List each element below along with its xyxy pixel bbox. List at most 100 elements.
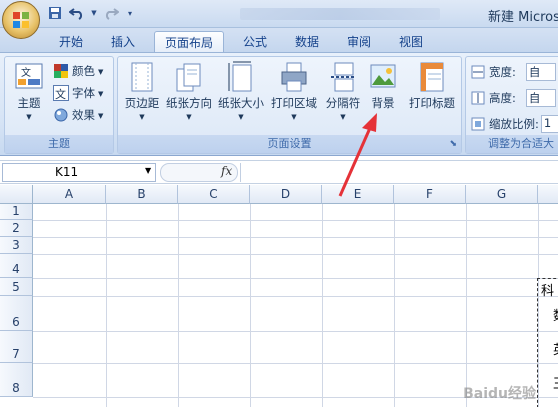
chevron-down-icon: ▼ — [98, 68, 104, 76]
cell-h8[interactable]: 王 — [553, 373, 558, 392]
svg-text:文: 文 — [55, 87, 66, 101]
scale-input[interactable]: 1 — [540, 115, 558, 133]
scale-row: 缩放比例: 1 — [470, 115, 558, 133]
colors-button[interactable]: 颜色 ▼ — [53, 63, 103, 79]
tab-view[interactable]: 视图 — [388, 31, 434, 52]
gridline — [33, 296, 558, 297]
background-image-icon — [370, 64, 396, 88]
theme-group: 文 主题 ▼ 颜色 ▼ 文 字体 ▼ 效果 ▼ 主题 — [4, 56, 114, 154]
margins-icon — [131, 62, 153, 92]
effects-icon — [54, 108, 68, 122]
tab-page-layout[interactable]: 页面布局 — [154, 31, 224, 52]
row-header-3[interactable]: 3 — [0, 237, 33, 254]
width-select[interactable]: 自 — [525, 63, 556, 81]
row-header-7[interactable]: 7 — [0, 331, 33, 363]
width-row: 宽度: 自 — [470, 63, 556, 81]
office-button[interactable] — [2, 1, 40, 39]
formula-buttons: fx — [160, 163, 238, 182]
window-title: 新建 Microso — [488, 10, 558, 25]
column-header-e[interactable]: E — [322, 185, 394, 204]
cell-h6[interactable]: 数 — [553, 305, 558, 324]
effects-button[interactable]: 效果 ▼ — [53, 107, 103, 123]
fonts-button[interactable]: 文 字体 ▼ — [53, 85, 103, 101]
chevron-down-icon: ▼ — [26, 113, 32, 121]
title-bar: ▼ ▾ 新建 Microso — [0, 0, 558, 28]
cell-h5[interactable]: 科 — [541, 280, 554, 299]
themes-button[interactable]: 文 主题 ▼ — [9, 61, 49, 121]
undo-icon[interactable] — [68, 4, 86, 22]
redo-icon[interactable] — [102, 4, 120, 22]
chevron-down-icon: ▼ — [98, 112, 104, 120]
gridline — [33, 278, 558, 279]
gridline — [250, 204, 251, 407]
tab-home[interactable]: 开始 — [48, 31, 94, 52]
tab-data[interactable]: 数据 — [284, 31, 330, 52]
row-header-2[interactable]: 2 — [0, 220, 33, 237]
gridline — [394, 204, 395, 407]
customize-icon[interactable]: ▾ — [124, 4, 136, 22]
formula-bar: K11 ▼ fx — [0, 160, 558, 184]
save-icon[interactable] — [46, 4, 64, 22]
tab-review[interactable]: 审阅 — [336, 31, 382, 52]
column-header-g[interactable]: G — [466, 185, 538, 204]
watermark: Baidu经验 — [463, 386, 536, 402]
colors-icon — [54, 64, 68, 78]
size-button[interactable]: 纸张大小 ▼ — [216, 61, 266, 121]
scale-to-fit-group: 宽度: 自 高度: 自 缩放比例: 1 调整为合适大 — [465, 56, 558, 154]
page-setup-group-label: 页面设置 ⬊ — [118, 135, 461, 153]
tab-insert[interactable]: 插入 — [100, 31, 146, 52]
gridline — [322, 204, 323, 407]
scale-group-label: 调整为合适大 — [466, 135, 558, 153]
background-button[interactable]: 背景 — [365, 61, 401, 111]
height-select[interactable]: 自 — [525, 89, 556, 107]
chevron-down-icon: ▼ — [291, 113, 297, 121]
formula-input[interactable] — [240, 163, 558, 182]
column-header-h[interactable] — [538, 185, 558, 204]
tab-formulas[interactable]: 公式 — [232, 31, 278, 52]
print-titles-button[interactable]: 打印标题 — [404, 61, 460, 111]
cell-h7[interactable]: 英 — [553, 339, 558, 358]
column-header-d[interactable]: D — [250, 185, 322, 204]
gridline — [33, 331, 558, 332]
paper-size-icon — [228, 61, 252, 92]
select-all-corner[interactable] — [0, 185, 33, 204]
chevron-down-icon: ▼ — [340, 113, 346, 121]
column-header-c[interactable]: C — [178, 185, 250, 204]
column-header-f[interactable]: F — [394, 185, 466, 204]
gridline — [106, 204, 107, 407]
margins-button[interactable]: 页边距 ▼ — [120, 61, 164, 121]
row-header-8[interactable]: 8 — [0, 363, 33, 397]
print-area-icon — [281, 62, 307, 92]
orientation-button[interactable]: 纸张方向 ▼ — [164, 61, 214, 121]
print-titles-icon — [420, 62, 444, 92]
office-logo-icon — [11, 10, 31, 30]
themes-icon: 文 — [15, 63, 43, 89]
chevron-down-icon: ▼ — [186, 113, 192, 121]
themes-label: 主题 — [17, 96, 41, 110]
height-row: 高度: 自 — [470, 89, 556, 107]
fx-icon[interactable]: fx — [221, 164, 232, 178]
row-header-1[interactable]: 1 — [0, 204, 33, 220]
row-header-6[interactable]: 6 — [0, 296, 33, 331]
chevron-down-icon[interactable]: ▼ — [145, 166, 151, 175]
breaks-icon — [331, 62, 355, 92]
print-area-button[interactable]: 打印区域 ▼ — [268, 61, 320, 121]
width-icon — [471, 65, 485, 79]
row-header-4[interactable]: 4 — [0, 254, 33, 278]
chevron-down-icon: ▼ — [98, 90, 104, 98]
svg-text:文: 文 — [21, 66, 31, 79]
column-header-a[interactable]: A — [33, 185, 106, 204]
name-box[interactable]: K11 — [2, 163, 156, 182]
quick-access-toolbar: ▼ ▾ — [46, 4, 136, 22]
row-header-5[interactable]: 5 — [0, 278, 33, 296]
fonts-icon: 文 — [53, 85, 69, 101]
column-header-b[interactable]: B — [106, 185, 178, 204]
dialog-launcher-icon[interactable]: ⬊ — [449, 135, 457, 153]
scale-icon — [471, 117, 485, 131]
gridline — [33, 220, 558, 221]
chevron-down-icon[interactable]: ▼ — [90, 4, 98, 22]
worksheet-grid[interactable]: A B C D E F G 1 2 3 4 5 6 7 8 科 数 英 王 — [0, 185, 558, 407]
theme-group-label: 主题 — [5, 135, 113, 153]
gridline — [178, 204, 179, 407]
breaks-button[interactable]: 分隔符 ▼ — [321, 61, 365, 121]
